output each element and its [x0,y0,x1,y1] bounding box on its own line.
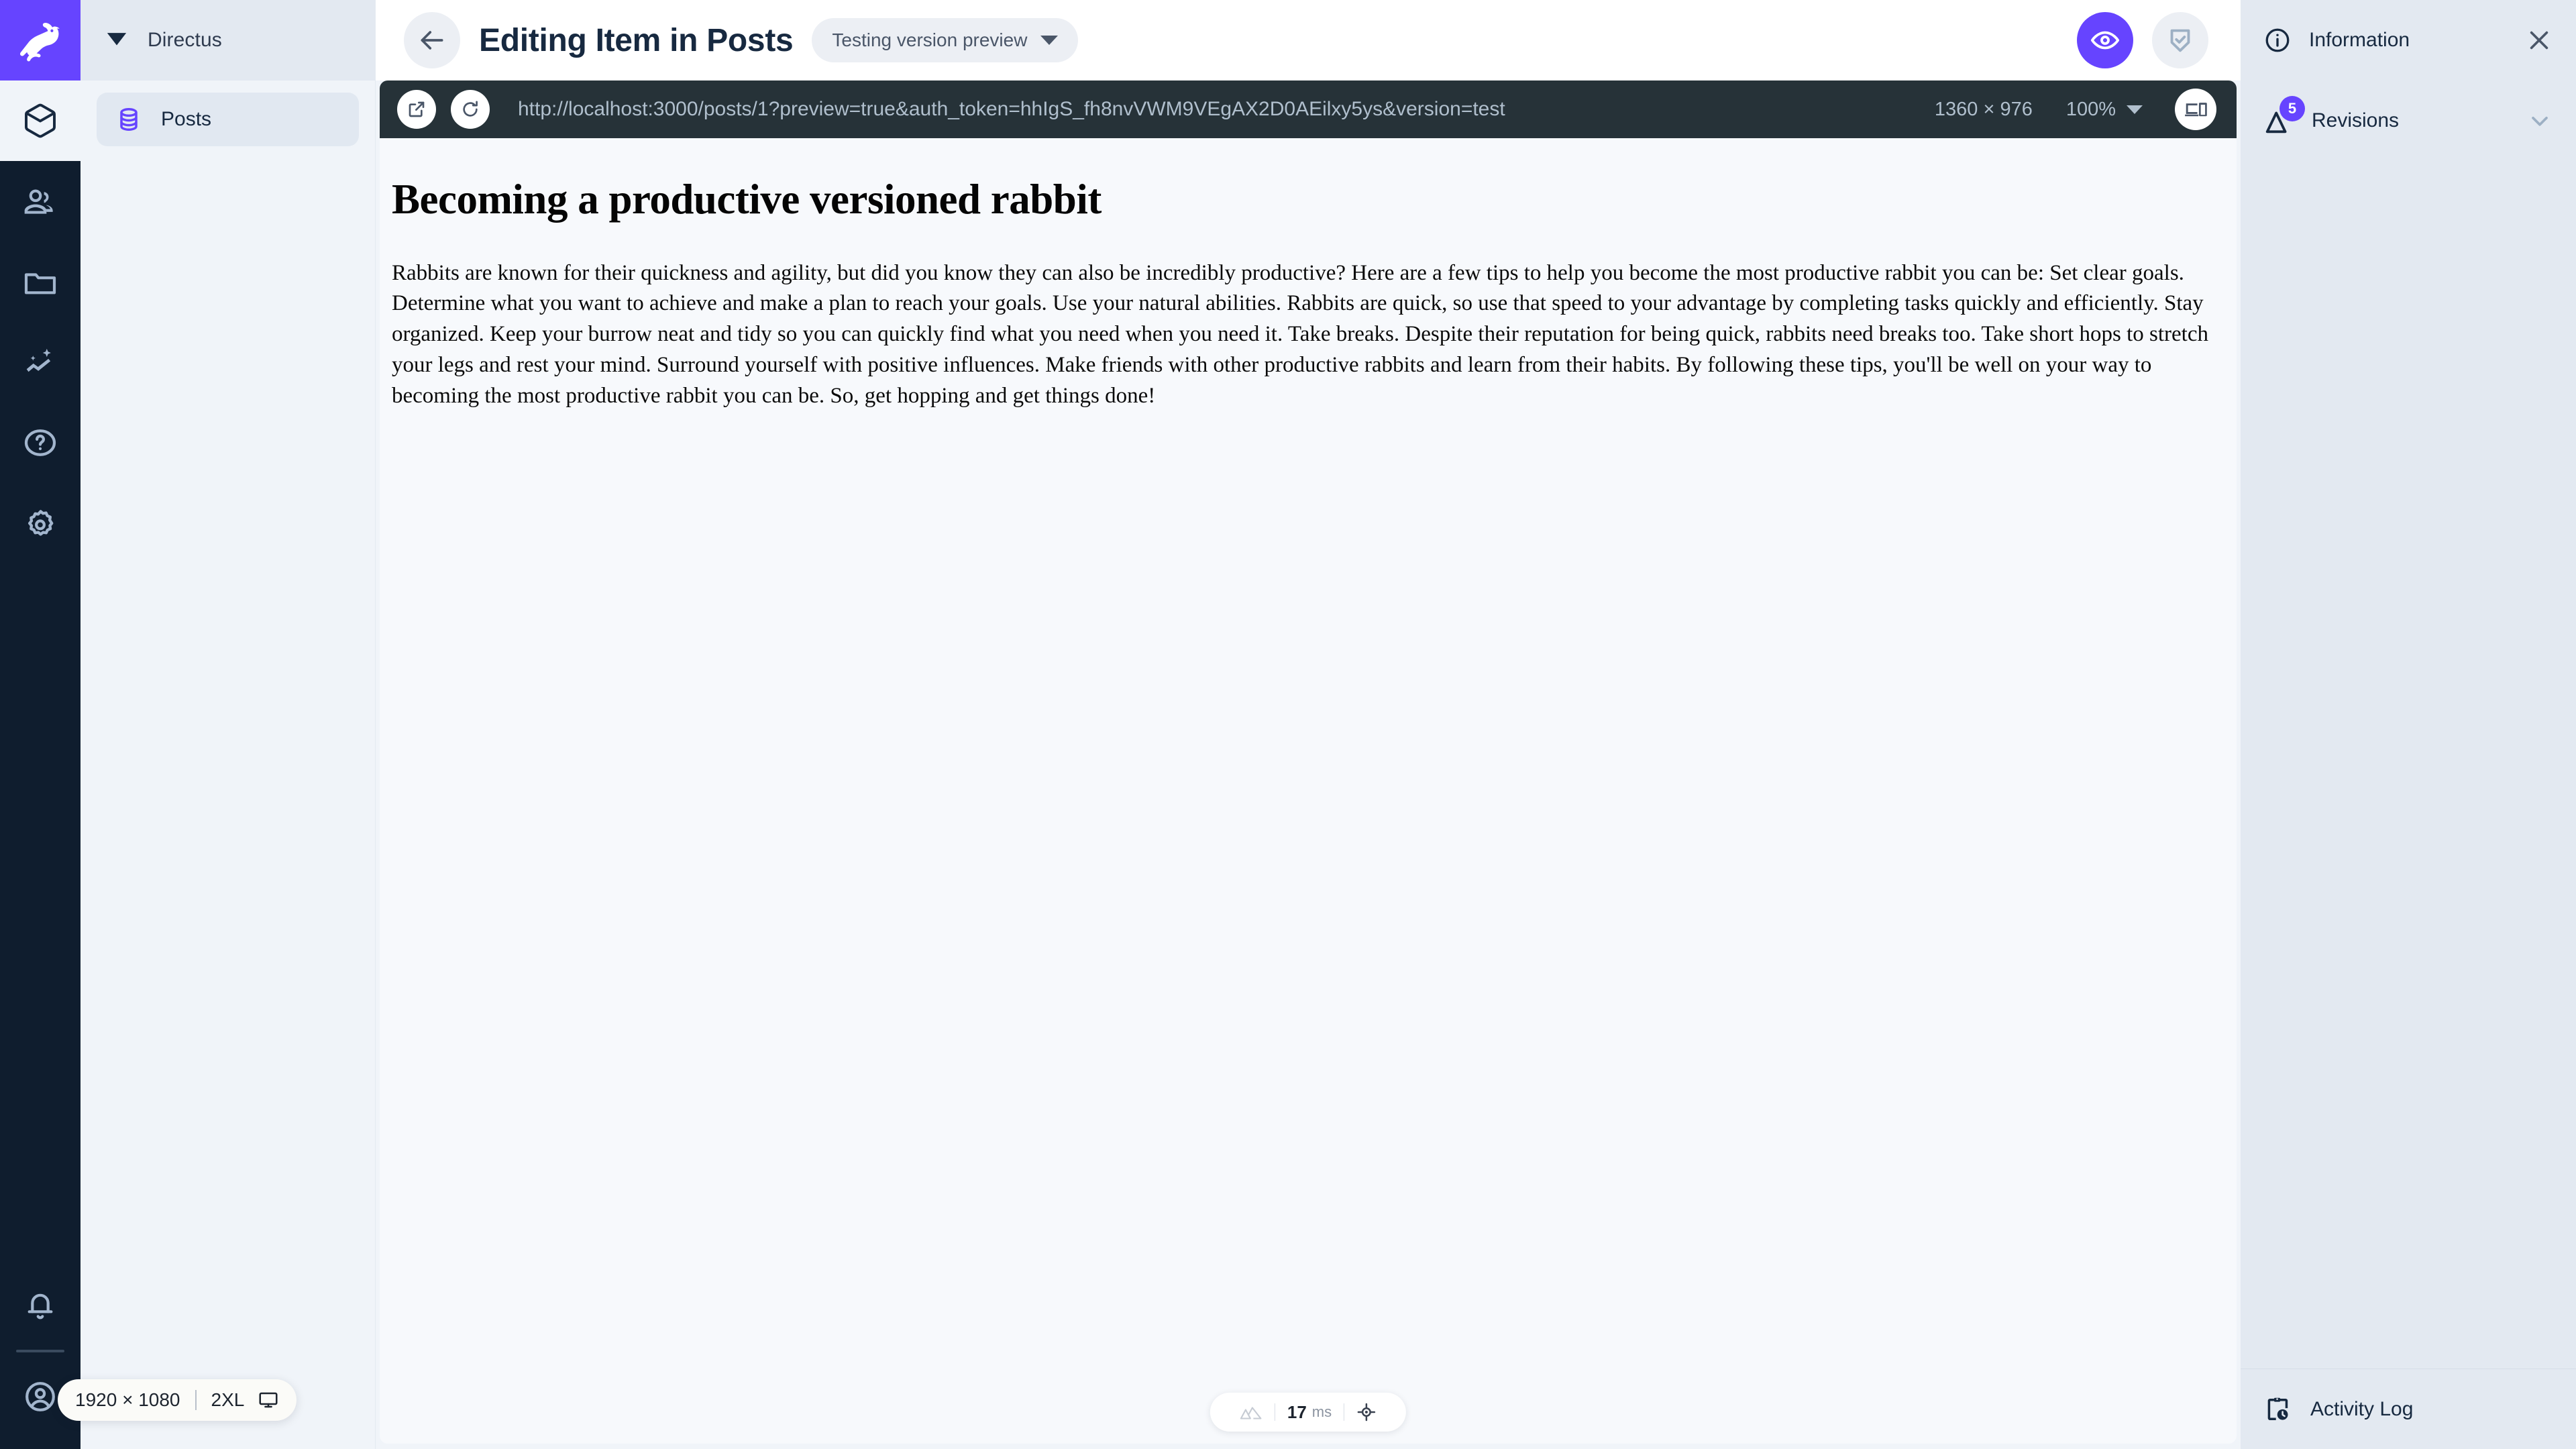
eye-icon [2090,25,2121,56]
refresh-icon [460,99,481,120]
module-divider [16,1350,64,1352]
save-button[interactable] [2152,12,2208,68]
help-icon [21,424,59,462]
viewport-size-badge: 1920 × 1080 2XL [58,1379,297,1421]
preview-page: Becoming a productive versioned rabbit R… [380,138,2237,1444]
preview-container: http://localhost:3000/posts/1?preview=tr… [376,80,2241,1449]
bookmark-icon [103,27,130,54]
nuxt-devtools-pill[interactable]: 17 ms [1210,1393,1407,1432]
article-heading: Becoming a productive versioned rabbit [392,176,1102,223]
chevron-down-icon[interactable] [2526,107,2553,134]
folder-icon [21,263,59,301]
nav-body: Posts [80,80,375,158]
directus-logo[interactable] [0,0,80,80]
back-button[interactable] [404,12,460,68]
info-icon [2263,26,2292,54]
revisions-icon-wrapper: 5 [2263,96,2305,136]
preview-frame: http://localhost:3000/posts/1?preview=tr… [380,80,2237,1444]
shield-check-icon [2165,25,2196,56]
external-link-icon [406,99,427,120]
directus-app-window: Directus Posts Editing Item in Posts Tes… [0,0,2576,1449]
module-item-settings[interactable] [0,483,80,564]
drawer-spacer [2241,161,2576,1368]
drawer-section-label: Revisions [2312,109,2400,131]
revisions-count-badge: 5 [2279,96,2305,121]
divider [195,1390,197,1410]
information-drawer: Information 5 Revisions Activity Log [2241,0,2576,1449]
preview-zoom-selector[interactable]: 100% [2066,99,2143,121]
module-item-insights[interactable] [0,322,80,402]
nuxt-devtools-timing-segment[interactable]: 17 ms [1275,1402,1344,1423]
sidebar-item-posts[interactable]: Posts [97,93,359,146]
nuxt-devtools-logo-segment[interactable] [1228,1403,1275,1421]
nuxt-icon [1240,1403,1263,1421]
preview-url-text[interactable]: http://localhost:3000/posts/1?preview=tr… [518,98,1920,121]
activity-log-icon [2263,1395,2293,1424]
module-item-content[interactable] [0,80,80,161]
nuxt-devtools-inspect-segment[interactable] [1344,1402,1389,1422]
module-item-notifications[interactable] [0,1265,80,1346]
module-item-help[interactable] [0,402,80,483]
module-item-user-directory[interactable] [0,161,80,241]
account-icon [21,1378,59,1415]
viewport-breakpoint-value: 2XL [211,1389,245,1410]
close-icon[interactable] [2525,26,2553,54]
device-toggle-icon [2184,97,2208,121]
module-item-file-library[interactable] [0,241,80,322]
activity-log-button[interactable]: Activity Log [2241,1368,2576,1449]
nav-header: Directus [80,0,375,80]
arrow-left-icon [417,25,447,55]
users-icon [21,182,59,220]
viewport-size-value: 1920 × 1080 [75,1389,180,1410]
monitor-icon [258,1389,279,1411]
drawer-title: Information [2309,29,2410,51]
timing-unit: ms [1311,1403,1332,1420]
module-bar-bottom [0,1265,80,1449]
preview-zoom-value: 100% [2065,98,2116,120]
target-icon [1356,1402,1377,1422]
preview-dimensions: 1360 × 976 [1934,98,2033,120]
navigation-sidebar: Directus Posts [80,0,376,1449]
activity-log-label: Activity Log [2310,1397,2414,1420]
version-selector[interactable]: Testing version preview [812,18,1079,62]
page-title: Editing Item in Posts [479,22,794,58]
device-toggle-button[interactable] [2175,89,2216,130]
version-selector-label: Testing version preview [832,30,1028,50]
article-body: Rabbits are known for their quickness an… [392,260,2208,408]
chevron-down-icon [2127,105,2143,114]
box-icon [21,102,59,140]
database-icon [114,105,144,134]
gear-icon [21,504,59,542]
preview-toggle-button[interactable] [2077,12,2133,68]
drawer-section-revisions[interactable]: 5 Revisions [2241,80,2576,161]
module-bar [0,0,80,1449]
nav-header-title: Directus [148,29,222,51]
insights-icon [21,343,59,381]
bell-icon [21,1287,59,1324]
chevron-down-icon [1040,36,1059,45]
page-header: Editing Item in Posts Testing version pr… [376,0,2241,80]
open-in-new-tab-button[interactable] [397,90,436,129]
main-region: Editing Item in Posts Testing version pr… [376,0,2241,1449]
directus-rabbit-logo-icon [16,16,64,64]
drawer-header: Information [2241,0,2576,80]
sidebar-item-label: Posts [161,108,212,130]
refresh-button[interactable] [451,90,490,129]
timing-value: 17 [1287,1401,1307,1422]
preview-url-bar: http://localhost:3000/posts/1?preview=tr… [380,80,2237,138]
preview-document: Becoming a productive versioned rabbit R… [380,176,2237,412]
